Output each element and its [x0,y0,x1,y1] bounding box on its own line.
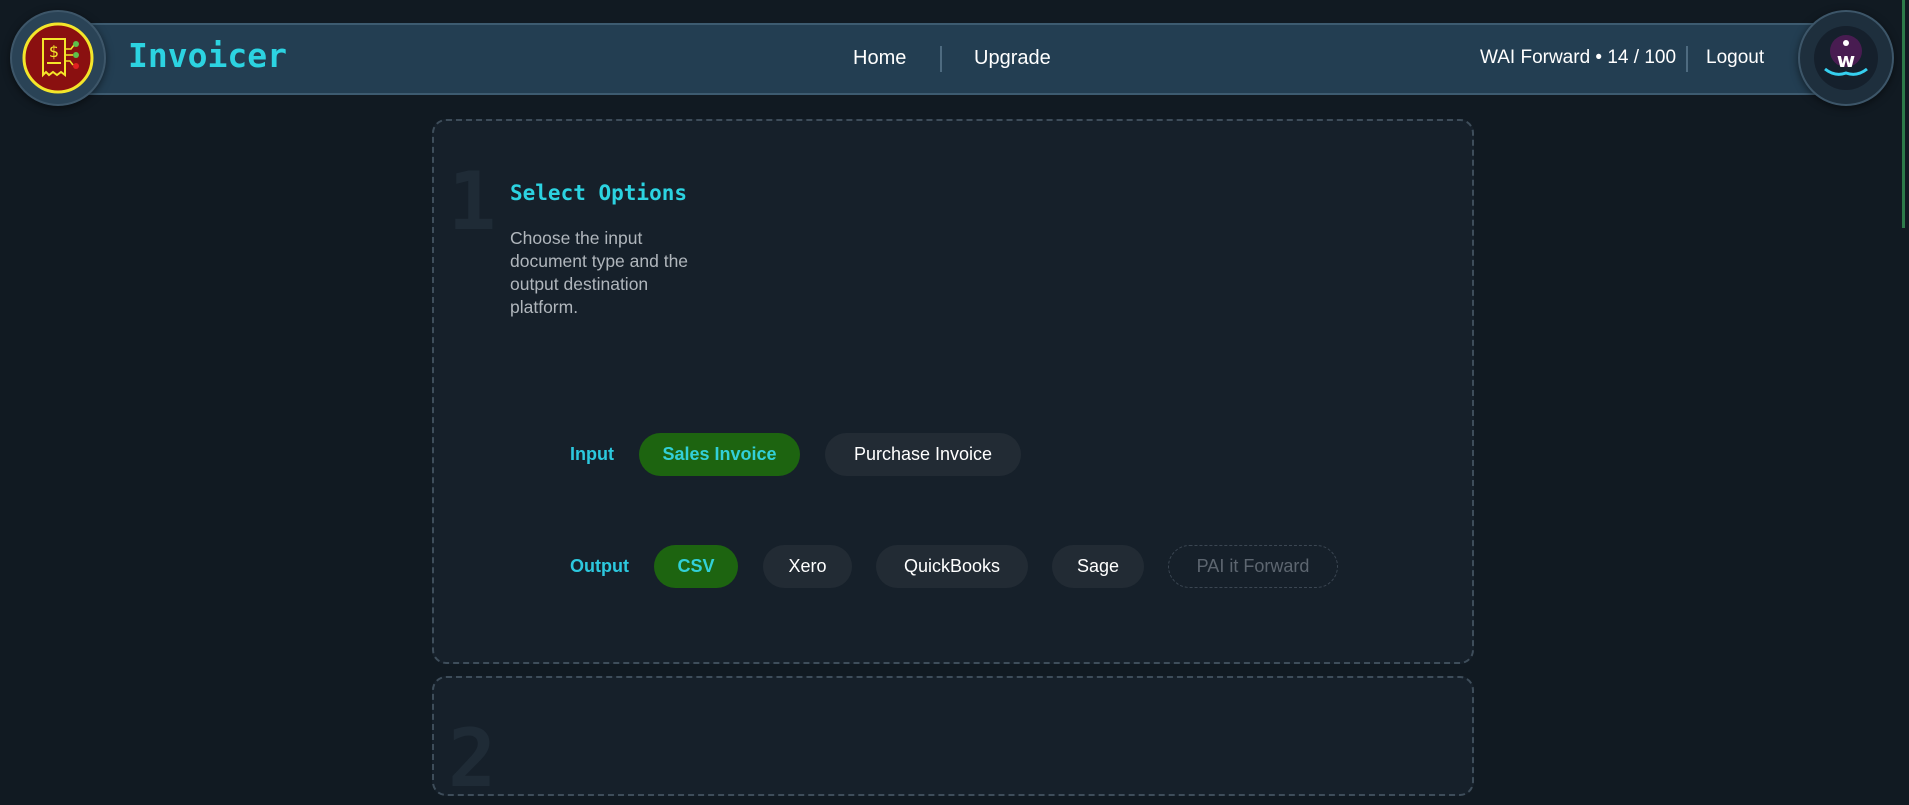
option-quickbooks[interactable]: QuickBooks [876,545,1028,588]
app-logo[interactable]: $ [10,10,106,106]
nav-home[interactable]: Home [853,47,906,70]
nav-upgrade[interactable]: Upgrade [974,47,1051,70]
step-1-card: 1 Select Options Choose the input docume… [432,119,1474,664]
option-purchase-invoice[interactable]: Purchase Invoice [825,433,1021,476]
step-2-card: 2 [432,676,1474,805]
brand-avatar[interactable]: w [1798,10,1894,106]
wai-brand-icon: w [1814,26,1878,90]
step-title: Select Options [510,181,688,205]
svg-text:w: w [1837,48,1855,72]
scrollbar[interactable] [1902,0,1905,228]
user-divider [1686,46,1688,72]
option-csv[interactable]: CSV [654,545,738,588]
nav-divider [940,46,942,72]
invoice-logo-icon: $ [22,22,94,94]
option-xero[interactable]: Xero [763,545,852,588]
output-label: Output [570,556,629,576]
input-label: Input [570,444,614,464]
svg-text:$: $ [49,42,59,61]
user-credits-status: WAI Forward • 14 / 100 [1480,47,1677,68]
option-sage[interactable]: Sage [1052,545,1144,588]
app-title: Invoicer [128,36,287,75]
logout-button[interactable]: Logout [1706,47,1764,69]
option-pai-it-forward: PAI it Forward [1168,545,1338,588]
step-description: Choose the input document type and the o… [510,228,689,317]
step-number: 1 [448,155,497,248]
step-number: 2 [448,712,497,805]
option-sales-invoice[interactable]: Sales Invoice [639,433,800,476]
